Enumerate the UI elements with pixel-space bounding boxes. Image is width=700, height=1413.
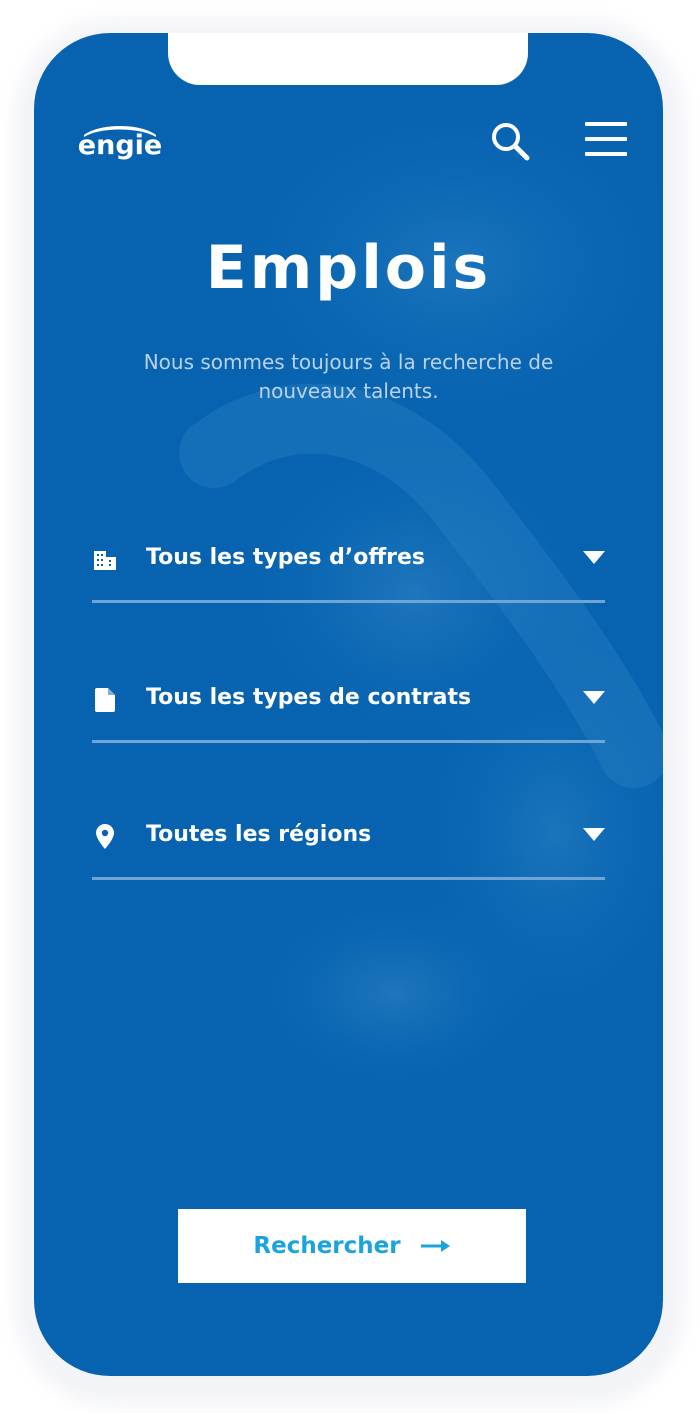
field-underline: [92, 877, 605, 880]
search-submit-label: Rechercher: [253, 1233, 401, 1259]
chevron-down-icon: [583, 691, 605, 704]
document-icon: [92, 687, 118, 713]
search-submit-button[interactable]: Rechercher: [178, 1209, 526, 1283]
page-title: Emplois: [205, 233, 492, 303]
chevron-down-icon: [583, 828, 605, 841]
menu-bar: [585, 137, 627, 141]
building-icon: [92, 547, 118, 573]
engie-logo[interactable]: engie: [68, 121, 172, 161]
location-pin-icon: [92, 824, 118, 850]
search-button[interactable]: [486, 117, 534, 165]
contract-type-select[interactable]: Tous les types de contrats: [92, 673, 605, 743]
menu-bar: [585, 152, 627, 156]
field-underline: [92, 600, 605, 603]
logo-wordmark: engie: [77, 130, 163, 161]
chevron-down-icon: [583, 551, 605, 564]
arrow-right-icon: [420, 1240, 450, 1252]
phone-screen: engie Emplois Nous sommes toujours à la …: [34, 33, 663, 1376]
device-notch: [168, 33, 528, 85]
field-underline: [92, 740, 605, 743]
offer-type-select[interactable]: Tous les types d’offres: [92, 533, 605, 603]
hamburger-menu-button[interactable]: [581, 117, 631, 161]
contract-type-label: Tous les types de contrats: [146, 685, 472, 710]
region-select[interactable]: Toutes les régions: [92, 810, 605, 880]
offer-type-label: Tous les types d’offres: [146, 545, 426, 570]
search-icon: [492, 123, 530, 161]
region-label: Toutes les régions: [146, 822, 372, 847]
menu-bar: [585, 122, 627, 126]
page-subtitle: Nous sommes toujours à la recherche de n…: [143, 350, 554, 403]
